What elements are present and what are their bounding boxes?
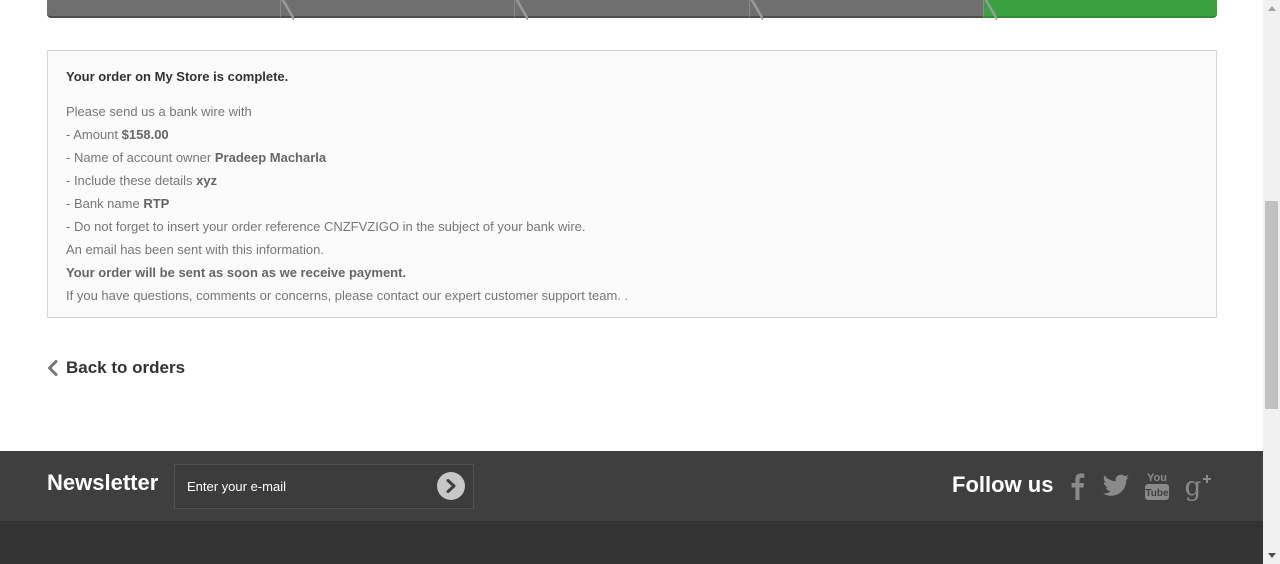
follow-us-title: Follow us <box>952 472 1054 497</box>
newsletter-title: Newsletter <box>47 470 159 495</box>
google-plus-link[interactable]: g <box>1182 469 1212 503</box>
order-complete-heading: Your order on My Store is complete. <box>66 69 289 84</box>
footer-bottom <box>0 521 1263 564</box>
scroll-down-arrow[interactable] <box>1263 547 1280 564</box>
bank-name-value: RTP <box>143 196 170 211</box>
email-sent-line: An email has been sent with this informa… <box>66 242 324 257</box>
order-confirmation-box: Your order on My Store is complete. Plea… <box>47 50 1217 318</box>
back-to-orders-link[interactable]: Back to orders <box>47 356 185 380</box>
svg-text:g: g <box>1185 472 1202 501</box>
newsletter-submit-button[interactable] <box>437 472 465 500</box>
twitter-link[interactable] <box>1102 469 1130 503</box>
details-value: xyz <box>196 173 218 188</box>
facebook-icon <box>1071 473 1085 500</box>
back-to-orders-label: Back to orders <box>66 358 186 377</box>
chevron-left-icon <box>48 360 58 376</box>
step-summary <box>47 0 295 20</box>
details-line: - Include these details xyz <box>66 173 218 188</box>
youtube-link[interactable]: You Tube <box>1143 469 1171 503</box>
step-shipping <box>748 0 998 20</box>
scrollbar-thumb[interactable] <box>1265 201 1278 409</box>
page: Your order on My Store is complete. Plea… <box>0 0 1263 564</box>
checkout-steps <box>47 0 1218 20</box>
amount-value: $158.00 <box>121 127 169 142</box>
youtube-icon: You Tube <box>1145 472 1169 500</box>
support-line: If you have questions, comments or conce… <box>66 288 629 303</box>
svg-text:Tube: Tube <box>1145 488 1169 499</box>
facebook-link[interactable] <box>1066 469 1088 503</box>
account-owner-line: - Name of account owner Pradeep Macharla <box>66 150 327 165</box>
shipping-notice: Your order will be sent as soon as we re… <box>66 265 407 280</box>
triangle-up-icon <box>1267 6 1276 11</box>
chevron-right-icon <box>446 479 456 493</box>
scroll-up-arrow[interactable] <box>1263 0 1280 17</box>
google-plus-icon: g <box>1185 472 1211 501</box>
newsletter-email-input[interactable] <box>174 464 474 509</box>
order-reference-line: - Do not forget to insert your order ref… <box>66 219 586 234</box>
account-owner-value: Pradeep Macharla <box>214 150 327 165</box>
svg-text:You: You <box>1147 472 1167 484</box>
bank-wire-intro: Please send us a bank wire with <box>66 104 252 119</box>
step-sign-in <box>280 0 529 20</box>
twitter-icon <box>1102 474 1129 496</box>
triangle-down-icon <box>1267 553 1276 558</box>
step-payment-current <box>982 0 1218 18</box>
store-name: My Store <box>154 69 210 84</box>
amount-line: - Amount $158.00 <box>66 127 169 142</box>
step-address <box>514 0 763 20</box>
bank-name-line: - Bank name RTP <box>66 196 170 211</box>
